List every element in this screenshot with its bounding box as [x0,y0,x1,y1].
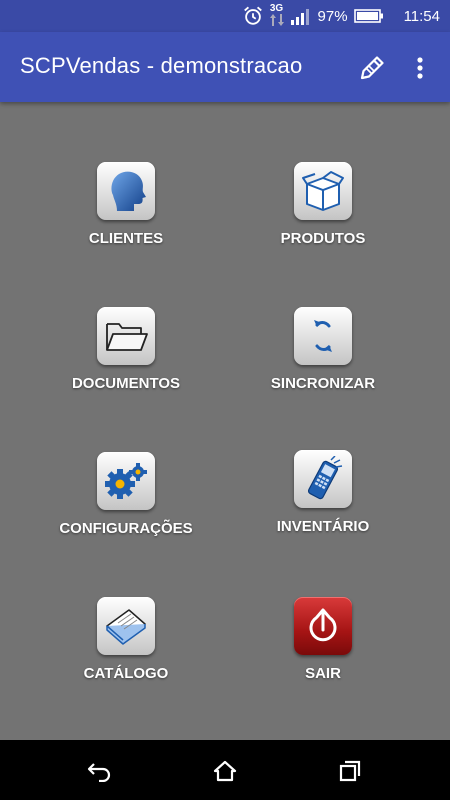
catalog-book-icon [106,609,146,645]
network-3g-icon: 3G [269,3,284,29]
inventario-label: INVENTÁRIO [276,518,370,535]
menu-clientes[interactable]: CLIENTES [26,162,226,272]
edit-icon [360,56,384,80]
clientes-label: CLIENTES [88,230,164,247]
gears-icon [105,463,147,499]
menu-catalogo[interactable]: CATÁLOGO [26,597,226,707]
signal-icon [290,9,309,25]
recents-icon [339,760,361,782]
sincronizar-label: SINCRONIZAR [270,375,376,392]
configuracoes-button[interactable] [97,452,155,510]
more-vert-icon [417,57,423,79]
home-button[interactable] [209,755,241,787]
handheld-scanner-icon [307,456,343,500]
menu-inventario[interactable]: INVENTÁRIO [223,450,423,560]
edit-button[interactable] [356,52,388,84]
battery-percent: 97% [317,7,348,25]
catalogo-button[interactable] [97,597,155,655]
configuracoes-label: CONFIGURAÇÕES [59,520,193,537]
app-bar: SCPVendas - demonstracao [0,32,450,102]
menu-produtos[interactable]: PRODUTOS [223,162,423,272]
battery-icon [353,9,383,23]
clock: 11:54 [403,7,440,25]
documentos-label: DOCUMENTOS [71,375,181,392]
documentos-button[interactable] [97,307,155,365]
produtos-label: PRODUTOS [280,230,366,247]
app-title: SCPVendas - demonstracao [20,53,303,78]
navigation-bar [0,740,450,800]
sincronizar-button[interactable] [294,307,352,365]
recents-button[interactable] [334,755,366,787]
clientes-button[interactable] [97,162,155,220]
catalogo-label: CATÁLOGO [83,665,169,682]
folder-icon [106,323,148,351]
menu-sair[interactable]: SAIR [223,597,423,707]
menu-documentos[interactable]: DOCUMENTOS [26,307,226,417]
more-options-button[interactable] [404,52,436,84]
back-icon [87,763,111,782]
sair-button[interactable] [294,597,352,655]
produtos-button[interactable] [294,162,352,220]
sync-arrows-icon [314,320,332,352]
sair-label: SAIR [305,665,341,682]
main-menu-grid: CLIENTES PRODUTOS DOCUMENTOS SINCRONIZAR… [0,102,450,740]
back-button[interactable] [84,755,116,787]
menu-sincronizar[interactable]: SINCRONIZAR [223,307,423,417]
person-head-icon [111,171,146,211]
home-icon [213,760,237,782]
box-icon [302,171,344,211]
status-bar: 3G 97% 11:54 [0,0,450,32]
alarm-icon [243,6,262,25]
inventario-button[interactable] [294,450,352,508]
status-icons: 3G 97% 11:54 [242,0,440,32]
power-icon [309,608,337,642]
menu-configuracoes[interactable]: CONFIGURAÇÕES [26,452,226,562]
